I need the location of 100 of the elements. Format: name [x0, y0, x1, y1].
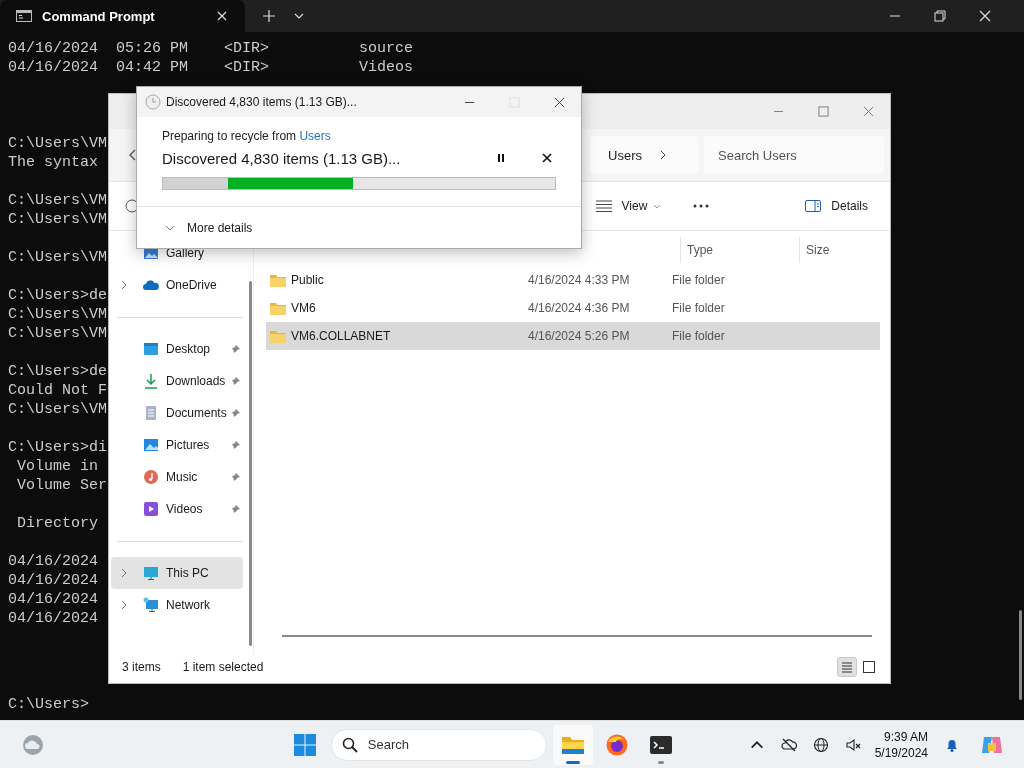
speaker-muted-icon[interactable] — [844, 736, 861, 753]
terminal-line: 04/16/2024 — [8, 571, 98, 590]
terminal-line: C:\Users\VM — [8, 400, 108, 419]
cloud-off-icon[interactable] — [780, 736, 797, 753]
picture-icon — [143, 437, 159, 453]
more-details-button[interactable]: More details — [161, 216, 257, 239]
terminal-line: C:\Users\VM — [8, 248, 108, 267]
file-row[interactable]: VM6.COLLABNET 4/16/2024 5:26 PM File folder — [266, 322, 880, 350]
terminal-line: 04/16/2024 — [8, 609, 98, 628]
clock-icon — [145, 94, 161, 110]
file-name: Public — [291, 273, 324, 287]
terminal-line: C:\Users>di — [8, 438, 108, 457]
nav-item[interactable]: Desktop — [111, 333, 243, 365]
chevron-icon[interactable] — [121, 280, 127, 290]
scrollbar[interactable] — [1019, 610, 1022, 700]
pause-icon[interactable] — [496, 153, 506, 163]
view-button[interactable]: View — [587, 193, 670, 219]
lines-icon — [595, 200, 612, 212]
file-name: VM6.COLLABNET — [291, 329, 391, 343]
selection-count: 1 item selected — [182, 660, 264, 674]
music-icon — [143, 469, 159, 485]
column-header[interactable]: Type — [681, 237, 800, 263]
globe-icon[interactable] — [812, 736, 829, 753]
search-icon — [341, 736, 358, 753]
progress-status: Discovered 4,830 items (1.13 GB)... — [162, 149, 401, 167]
nav-item[interactable]: Music — [111, 461, 243, 493]
terminal-line: C:\Users\VM — [8, 210, 108, 229]
nav-item[interactable]: Videos — [111, 493, 243, 525]
file-row[interactable]: VM6 4/16/2024 4:36 PM File folder — [266, 294, 880, 322]
taskbar-search[interactable]: Search — [330, 728, 547, 761]
terminal-line: 04/16/2024 — [8, 590, 98, 609]
folder-icon — [270, 301, 286, 315]
pin-icon[interactable] — [231, 472, 241, 482]
video-icon — [143, 501, 159, 517]
terminal-line: C:\Users\VM — [8, 134, 108, 153]
terminal-line: C:\Users>de — [8, 362, 108, 381]
more-options-icon[interactable] — [693, 204, 710, 208]
tab-title: Command Prompt — [42, 8, 156, 24]
nav-item[interactable]: Documents — [111, 397, 243, 429]
pin-icon[interactable] — [231, 408, 241, 418]
nav-item[interactable]: OneDrive — [111, 269, 243, 301]
terminal-line: Volume Ser — [16, 476, 108, 495]
clock[interactable]: 9:39 AM 5/19/2024 — [874, 728, 928, 761]
cancel-icon[interactable] — [542, 153, 552, 163]
type-cell-text: File folder — [672, 301, 726, 315]
terminal-line: 04/16/2024 05:26 PM <DIR> source — [8, 39, 414, 58]
pin-icon[interactable] — [231, 376, 241, 386]
date: 5/19/2024 — [874, 744, 928, 761]
address-bar[interactable]: Users — [590, 136, 698, 174]
cloud-icon — [143, 277, 159, 293]
scrollbar[interactable] — [249, 281, 252, 646]
column-header[interactable]: Size — [800, 237, 830, 263]
date-cell-text: 4/16/2024 4:36 PM — [528, 301, 631, 315]
nav-item[interactable]: Downloads — [111, 365, 243, 397]
chevron-icon — [165, 224, 175, 231]
dialog-title: Discovered 4,830 items (1.13 GB)... — [166, 95, 357, 109]
search-field[interactable]: Search Users — [704, 136, 884, 174]
start-icon[interactable] — [292, 732, 317, 757]
download-icon — [143, 373, 159, 389]
file-name: VM6 — [291, 301, 316, 315]
date-cell-text: 4/16/2024 5:26 PM — [528, 329, 631, 343]
folder-icon — [270, 329, 286, 343]
nav-item[interactable]: Network — [111, 589, 243, 621]
item-count: 3 items — [122, 660, 161, 674]
search-placeholder: Search — [367, 737, 409, 752]
chevron-icon[interactable] — [660, 150, 666, 160]
details-button[interactable]: Details — [797, 193, 876, 219]
nav-item[interactable]: This PC — [111, 557, 243, 589]
tiles-view-icon[interactable] — [860, 658, 878, 676]
terminal-line: C:\Users\VM — [8, 191, 108, 210]
restore-icon[interactable] — [934, 10, 946, 22]
nav-item[interactable]: Pictures — [111, 429, 243, 461]
type-cell-text: File folder — [672, 329, 726, 343]
terminal-tab[interactable]: Command Prompt — [0, 0, 245, 32]
new-tab-icon[interactable] — [263, 10, 275, 22]
pin-icon[interactable] — [231, 440, 241, 450]
monitor-icon — [143, 565, 159, 581]
terminal-line: The syntax — [8, 153, 98, 172]
close-icon[interactable] — [554, 96, 565, 108]
document-icon — [143, 405, 159, 421]
dropdown-icon[interactable] — [294, 13, 304, 19]
terminal-line: Directory — [16, 514, 98, 533]
terminal-line: Could Not F — [8, 381, 108, 400]
file-row[interactable]: Public 4/16/2024 4:33 PM File folder — [266, 266, 880, 294]
breadcrumb[interactable]: Users — [608, 147, 642, 163]
source-link[interactable]: Users — [299, 129, 331, 143]
date-cell-text: 4/16/2024 4:33 PM — [528, 273, 631, 287]
desktop-icon — [143, 341, 159, 357]
terminal-line: C:\Users>de — [8, 286, 108, 305]
pin-icon[interactable] — [231, 344, 241, 354]
back-icon[interactable] — [127, 149, 137, 161]
network-icon — [143, 597, 159, 613]
terminal-line: C:\Users\VM — [8, 305, 108, 324]
chevron-icon[interactable] — [121, 600, 127, 610]
panel-icon — [805, 200, 822, 212]
source-text: Preparing to recycle from Users — [162, 129, 332, 145]
terminal-icon — [16, 10, 32, 22]
terminal-line: 04/16/2024 — [8, 552, 98, 571]
scrollbar[interactable] — [282, 635, 872, 637]
pin-icon[interactable] — [231, 504, 241, 514]
